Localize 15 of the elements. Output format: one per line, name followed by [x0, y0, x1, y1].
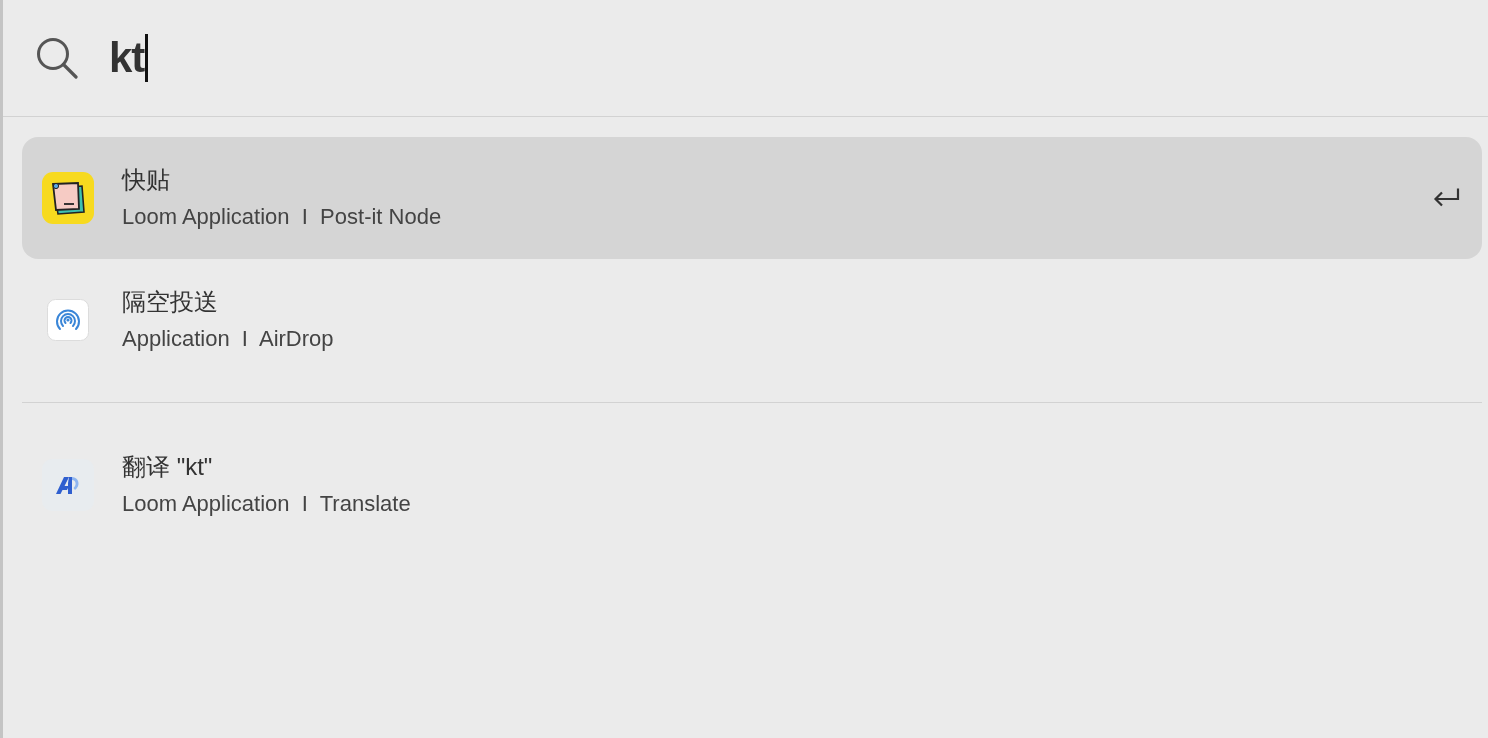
result-item[interactable]: 快贴 Loom Application I Post-it Node [22, 137, 1482, 259]
return-key-icon [1433, 187, 1460, 209]
result-title: 快贴 [122, 165, 170, 195]
result-item[interactable]: 隔空投送 Application I AirDrop [22, 259, 1482, 381]
result-title: 翻译 "kt" [122, 452, 213, 482]
text-caret-icon [145, 34, 149, 82]
result-item[interactable]: 翻译 "kt" Loom Application I Translate [22, 424, 1482, 546]
search-field[interactable]: kt [109, 34, 149, 82]
result-subtitle: Loom Application I Post-it Node [122, 203, 442, 231]
result-title: 隔空投送 [122, 287, 218, 317]
result-subtitle: Loom Application I Translate [122, 490, 411, 518]
search-icon [36, 37, 78, 79]
signal-rings-icon [47, 299, 89, 341]
sticky-note-icon [42, 172, 94, 224]
result-subtitle: Application I AirDrop [122, 325, 334, 353]
